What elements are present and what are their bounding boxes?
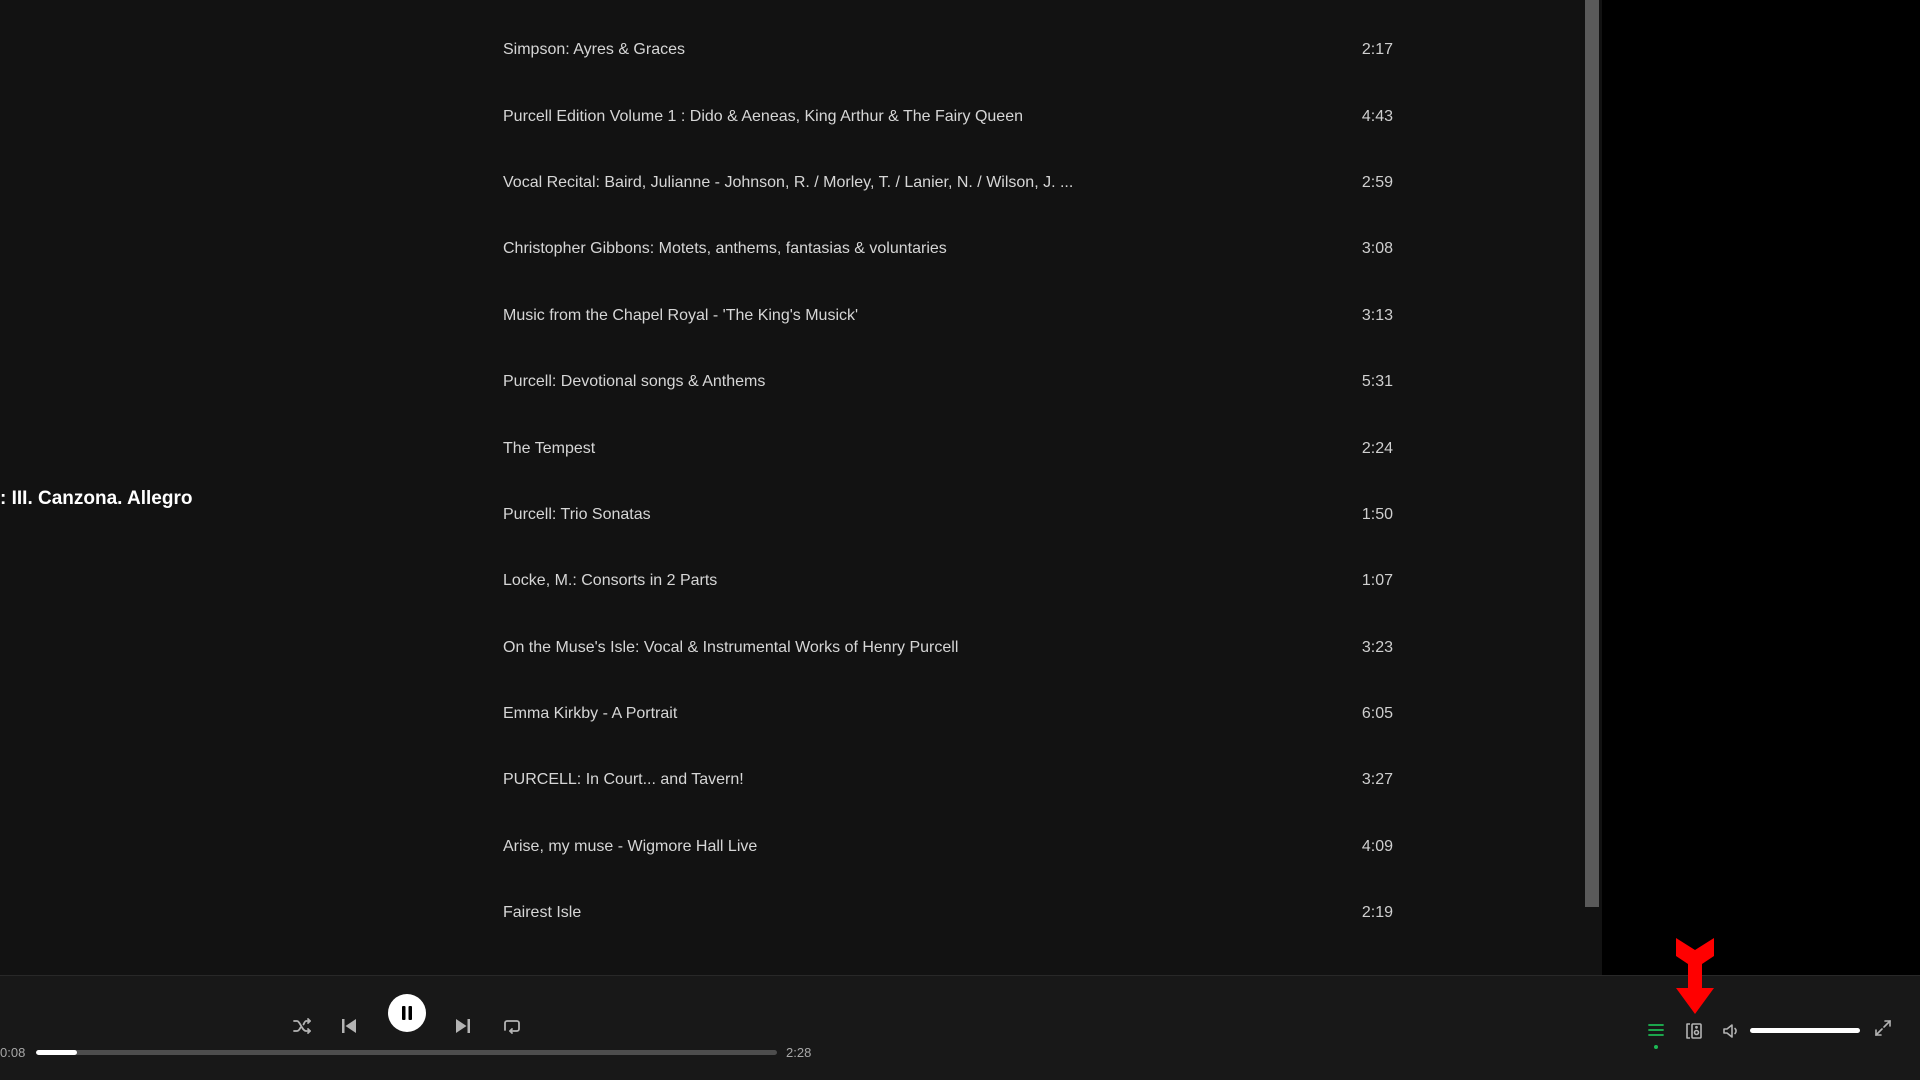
- track-title[interactable]: On the Muse's Isle: Vocal & Instrumental…: [503, 639, 1123, 657]
- volume-icon: [1723, 1024, 1737, 1038]
- right-panel: [1602, 0, 1920, 975]
- track-row[interactable]: Purcell Edition Volume 1 : Dido & Aeneas…: [503, 83, 1393, 149]
- volume-slider-fill: [1750, 1028, 1860, 1033]
- pause-icon: [402, 1006, 412, 1020]
- volume-slider[interactable]: [1750, 1028, 1860, 1033]
- track-duration: 1:50: [1361, 505, 1393, 523]
- skip-forward-icon: [456, 1019, 470, 1033]
- track-duration: 4:09: [1361, 837, 1393, 855]
- track-row[interactable]: The Tempest 2:24: [503, 415, 1393, 481]
- track-row[interactable]: Locke, M.: Consorts in 2 Parts 1:07: [503, 548, 1393, 614]
- track-title[interactable]: Purcell Edition Volume 1 : Dido & Aeneas…: [503, 108, 1123, 126]
- track-title[interactable]: The Tempest: [503, 440, 1123, 458]
- track-title[interactable]: Simpson: Ayres & Graces: [503, 41, 1123, 59]
- connect-device-icon: [1686, 1023, 1702, 1039]
- track-duration: 3:13: [1361, 306, 1393, 324]
- track-row[interactable]: Arise, my muse - Wigmore Hall Live 4:09: [503, 814, 1393, 880]
- track-row[interactable]: Fairest Isle 2:19: [503, 880, 1393, 946]
- playback-progress-bar[interactable]: [36, 1050, 777, 1055]
- track-list: Simpson: Ayres & Graces 2:17 Purcell Editi…: [503, 17, 1393, 946]
- track-title[interactable]: Locke, M.: Consorts in 2 Parts: [503, 572, 1123, 590]
- track-duration: 2:17: [1361, 41, 1393, 59]
- track-duration: 2:59: [1361, 173, 1393, 191]
- track-row[interactable]: Purcell: Trio Sonatas 1:50: [503, 482, 1393, 548]
- playback-progress-fill: [36, 1050, 77, 1055]
- track-duration: 4:43: [1361, 107, 1393, 125]
- main-view: : III. Canzona. Allegro Simpson: Ayres &…: [0, 0, 1602, 975]
- track-duration: 3:23: [1361, 638, 1393, 656]
- track-row[interactable]: Purcell: Devotional songs & Anthems 5:31: [503, 349, 1393, 415]
- skip-back-icon: [342, 1019, 356, 1033]
- now-playing-title-fragment: : III. Canzona. Allegro: [0, 488, 193, 509]
- track-row[interactable]: Christopher Gibbons: Motets, anthems, fa…: [503, 216, 1393, 282]
- next-button[interactable]: [450, 1013, 476, 1039]
- repeat-icon: [504, 1020, 520, 1034]
- fullscreen-button[interactable]: [1870, 1015, 1896, 1041]
- scrollbar-thumb[interactable]: [1585, 0, 1599, 907]
- track-title[interactable]: Arise, my muse - Wigmore Hall Live: [503, 838, 1123, 856]
- pause-button[interactable]: [388, 994, 426, 1032]
- track-title[interactable]: Purcell: Trio Sonatas: [503, 506, 1123, 524]
- queue-button[interactable]: [1643, 1018, 1669, 1044]
- track-duration: 2:24: [1361, 439, 1393, 457]
- elapsed-time: 0:08: [0, 1045, 26, 1060]
- track-row[interactable]: On the Muse's Isle: Vocal & Instrumental…: [503, 615, 1393, 681]
- total-time: 2:28: [786, 1045, 812, 1060]
- track-title[interactable]: Purcell: Devotional songs & Anthems: [503, 373, 1123, 391]
- track-title[interactable]: Emma Kirkby - A Portrait: [503, 705, 1123, 723]
- track-title[interactable]: Music from the Chapel Royal - 'The King'…: [503, 307, 1123, 325]
- fullscreen-icon: [1875, 1020, 1891, 1036]
- shuffle-button[interactable]: [289, 1013, 315, 1039]
- track-duration: 1:07: [1361, 572, 1393, 590]
- track-row[interactable]: PURCELL: In Court... and Tavern! 3:27: [503, 747, 1393, 813]
- spotify-app: : III. Canzona. Allegro Simpson: Ayres &…: [0, 0, 1920, 1080]
- annotation-arrow-icon: [1676, 938, 1714, 1014]
- track-title[interactable]: Fairest Isle: [503, 904, 1123, 922]
- track-row[interactable]: Emma Kirkby - A Portrait 6:05: [503, 681, 1393, 747]
- track-duration: 5:31: [1361, 373, 1393, 391]
- track-duration: 6:05: [1361, 705, 1393, 723]
- previous-button[interactable]: [336, 1013, 362, 1039]
- repeat-button[interactable]: [498, 1013, 524, 1039]
- track-duration: 3:27: [1361, 771, 1393, 789]
- track-row[interactable]: Music from the Chapel Royal - 'The King'…: [503, 283, 1393, 349]
- queue-active-indicator: [1654, 1045, 1658, 1049]
- track-title[interactable]: Christopher Gibbons: Motets, anthems, fa…: [503, 240, 1123, 258]
- track-title[interactable]: Vocal Recital: Baird, Julianne - Johnson…: [503, 174, 1123, 192]
- connect-device-button[interactable]: [1681, 1018, 1707, 1044]
- track-duration: 3:08: [1361, 240, 1393, 258]
- track-duration: 2:19: [1361, 904, 1393, 922]
- queue-icon: [1648, 1024, 1664, 1036]
- track-row[interactable]: Vocal Recital: Baird, Julianne - Johnson…: [503, 150, 1393, 216]
- shuffle-icon: [293, 1018, 311, 1034]
- player-bar: 0:08 2:28: [0, 975, 1920, 1080]
- track-row[interactable]: Simpson: Ayres & Graces 2:17: [503, 17, 1393, 83]
- mute-button[interactable]: [1718, 1018, 1744, 1044]
- track-title[interactable]: PURCELL: In Court... and Tavern!: [503, 771, 1123, 789]
